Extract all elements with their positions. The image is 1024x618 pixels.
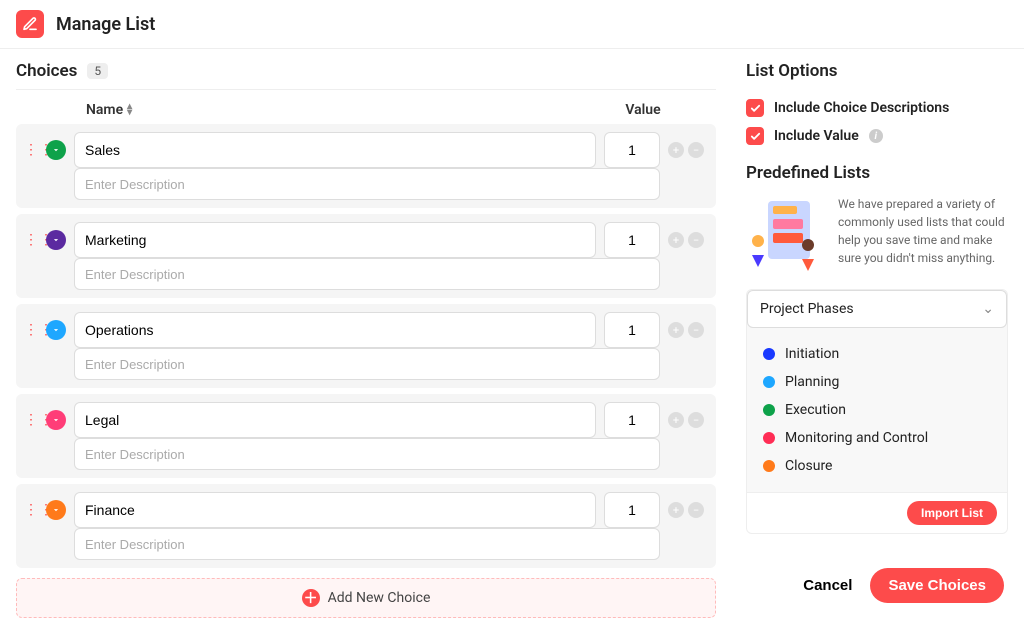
- predefined-list-item: Initiation: [761, 340, 993, 368]
- sort-icon[interactable]: ▴▾: [127, 104, 132, 116]
- choice-value-input[interactable]: [604, 402, 660, 438]
- choices-count-badge: 5: [87, 63, 108, 79]
- choice-name-input[interactable]: [74, 132, 596, 168]
- predefined-item-label: Monitoring and Control: [785, 430, 928, 446]
- choice-value-input[interactable]: [604, 222, 660, 258]
- columns-header: Name ▴▾ Value: [16, 98, 716, 124]
- choice-name-input[interactable]: [74, 492, 596, 528]
- predefined-list-select[interactable]: Project Phases ⌄: [747, 290, 1007, 328]
- predefined-item-label: Closure: [785, 458, 832, 474]
- remove-choice-icon[interactable]: −: [688, 232, 704, 248]
- choice-description-input[interactable]: [74, 528, 660, 560]
- add-choice-icon[interactable]: +: [668, 412, 684, 428]
- column-name-label[interactable]: Name: [86, 102, 123, 118]
- drag-handle-icon[interactable]: ⋮⋮: [24, 132, 38, 158]
- choice-color-tag[interactable]: [46, 230, 66, 250]
- choice-color-tag[interactable]: [46, 410, 66, 430]
- remove-choice-icon[interactable]: −: [688, 142, 704, 158]
- choice-description-input[interactable]: [74, 348, 660, 380]
- predefined-box: Project Phases ⌄ Initiation Planning Execu…: [746, 289, 1008, 534]
- add-choice-icon[interactable]: +: [668, 142, 684, 158]
- choice-color-tag[interactable]: [46, 500, 66, 520]
- choice-name-input[interactable]: [74, 312, 596, 348]
- choice-value-input[interactable]: [604, 132, 660, 168]
- add-choice-icon[interactable]: +: [668, 322, 684, 338]
- choice-row: ⋮⋮ + −: [16, 484, 716, 568]
- edit-list-icon: [16, 10, 44, 38]
- choice-description-input[interactable]: [74, 438, 660, 470]
- color-dot-icon: [763, 460, 775, 472]
- drag-handle-icon[interactable]: ⋮⋮: [24, 222, 38, 248]
- options-panel: List Options Include Choice Descriptions…: [746, 61, 1008, 618]
- color-dot-icon: [763, 432, 775, 444]
- choice-row: ⋮⋮ + −: [16, 304, 716, 388]
- choice-value-input[interactable]: [604, 312, 660, 348]
- choice-color-tag[interactable]: [46, 140, 66, 160]
- drag-handle-icon[interactable]: ⋮⋮: [24, 492, 38, 518]
- footer: Cancel Save Choices: [803, 568, 1004, 603]
- chevron-down-icon: ⌄: [982, 301, 994, 317]
- page-title: Manage List: [56, 14, 155, 35]
- add-new-choice-button[interactable]: ＋ Add New Choice: [16, 578, 716, 618]
- save-choices-button[interactable]: Save Choices: [870, 568, 1004, 603]
- color-dot-icon: [763, 404, 775, 416]
- drag-handle-icon[interactable]: ⋮⋮: [24, 312, 38, 338]
- include-descriptions-checkbox[interactable]: [746, 99, 764, 117]
- choice-name-input[interactable]: [74, 222, 596, 258]
- predefined-item-label: Initiation: [785, 346, 839, 362]
- choice-color-tag[interactable]: [46, 320, 66, 340]
- predefined-item-label: Execution: [785, 402, 846, 418]
- drag-handle-icon[interactable]: ⋮⋮: [24, 402, 38, 428]
- cancel-button[interactable]: Cancel: [803, 577, 852, 594]
- predefined-selected-label: Project Phases: [760, 301, 854, 317]
- remove-choice-icon[interactable]: −: [688, 502, 704, 518]
- info-icon[interactable]: i: [869, 129, 883, 143]
- choice-description-input[interactable]: [74, 258, 660, 290]
- list-options-heading: List Options: [746, 61, 1008, 87]
- choice-row: ⋮⋮ + −: [16, 124, 716, 208]
- include-value-label: Include Value: [774, 128, 859, 144]
- import-list-button[interactable]: Import List: [907, 501, 997, 525]
- choice-value-input[interactable]: [604, 492, 660, 528]
- plus-icon: ＋: [302, 589, 320, 607]
- header: Manage List: [0, 0, 1024, 49]
- include-descriptions-label: Include Choice Descriptions: [774, 100, 949, 116]
- remove-choice-icon[interactable]: −: [688, 412, 704, 428]
- predefined-illustration: [746, 195, 826, 275]
- choice-row: ⋮⋮ + −: [16, 214, 716, 298]
- add-choice-icon[interactable]: +: [668, 232, 684, 248]
- predefined-list-item: Execution: [761, 396, 993, 424]
- add-choice-icon[interactable]: +: [668, 502, 684, 518]
- include-value-checkbox[interactable]: [746, 127, 764, 145]
- column-value-label: Value: [610, 102, 676, 118]
- predefined-item-label: Planning: [785, 374, 839, 390]
- color-dot-icon: [763, 376, 775, 388]
- add-new-choice-label: Add New Choice: [328, 590, 431, 606]
- predefined-list-item: Closure: [761, 452, 993, 480]
- predefined-list-item: Planning: [761, 368, 993, 396]
- choice-name-input[interactable]: [74, 402, 596, 438]
- color-dot-icon: [763, 348, 775, 360]
- predefined-list-item: Monitoring and Control: [761, 424, 993, 452]
- predefined-intro-text: We have prepared a variety of commonly u…: [838, 195, 1008, 267]
- choices-panel: Choices 5 Name ▴▾ Value ⋮⋮ + −: [16, 61, 716, 618]
- choice-row: ⋮⋮ + −: [16, 394, 716, 478]
- choice-description-input[interactable]: [74, 168, 660, 200]
- predefined-heading: Predefined Lists: [746, 163, 1008, 183]
- remove-choice-icon[interactable]: −: [688, 322, 704, 338]
- choices-heading: Choices: [16, 61, 77, 81]
